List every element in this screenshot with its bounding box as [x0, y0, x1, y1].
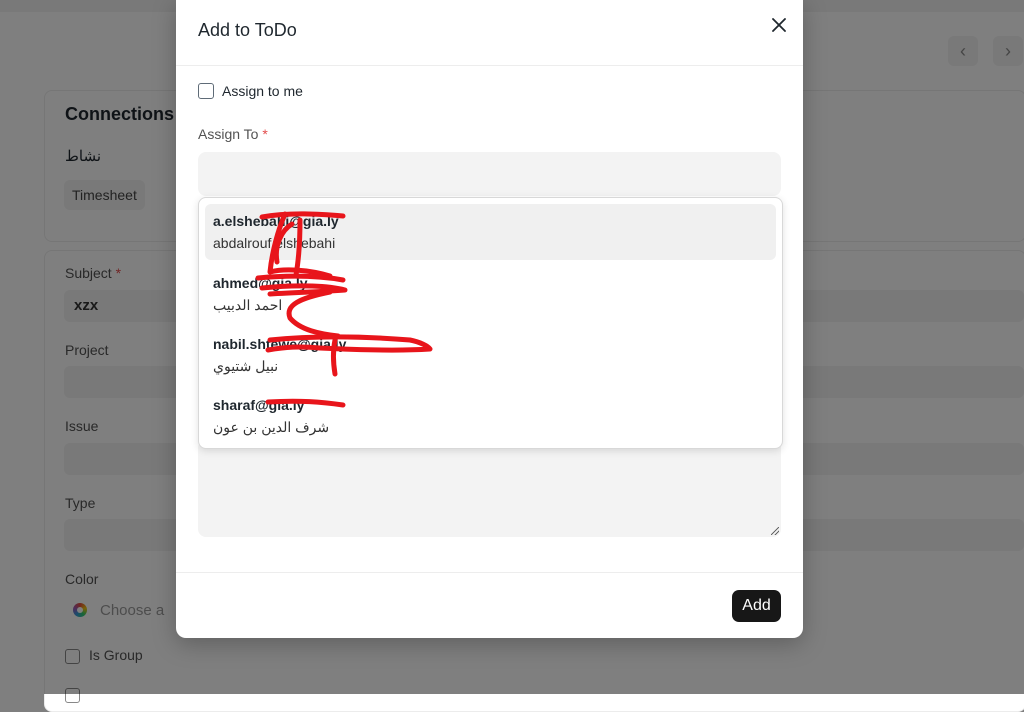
- resize-handle[interactable]: [771, 527, 779, 535]
- option-name: نبيل شتيوي: [213, 358, 279, 374]
- dropdown-option[interactable]: a.elshebahi@gia.ly abdalrouf elshebahi: [205, 204, 776, 260]
- assign-to-me-checkbox[interactable]: [198, 83, 214, 99]
- option-email: sharaf@gia.ly: [213, 397, 305, 413]
- option-email: a.elshebahi@gia.ly: [213, 213, 339, 229]
- dialog-footer: Add: [176, 572, 803, 639]
- assign-to-me-label: Assign to me: [222, 83, 303, 99]
- option-email: ahmed@gia.ly: [213, 275, 308, 291]
- add-button[interactable]: Add: [732, 590, 781, 622]
- assign-to-input[interactable]: [198, 152, 781, 196]
- assign-to-dropdown: a.elshebahi@gia.ly abdalrouf elshebahi a…: [198, 197, 783, 449]
- dropdown-option[interactable]: sharaf@gia.ly شرف الدين بن عون: [205, 388, 776, 444]
- dropdown-option[interactable]: nabil.shtewe@gia.ly نبيل شتيوي: [205, 327, 776, 383]
- required-mark: *: [262, 126, 268, 142]
- dialog-title: Add to ToDo: [198, 20, 297, 40]
- option-name: احمد الدبيب: [213, 297, 283, 313]
- option-name: abdalrouf elshebahi: [213, 235, 336, 251]
- add-to-todo-dialog: Add to ToDo Assign to me Assign To * a.e…: [176, 0, 803, 638]
- assign-to-me-row[interactable]: Assign to me: [198, 83, 303, 99]
- option-name: شرف الدين بن عون: [213, 419, 330, 435]
- comment-textarea[interactable]: [198, 440, 781, 537]
- dropdown-option[interactable]: ahmed@gia.ly احمد الدبيب: [205, 266, 776, 322]
- assign-to-label: Assign To *: [198, 126, 268, 142]
- dialog-header: Add to ToDo: [176, 0, 803, 66]
- option-email: nabil.shtewe@gia.ly: [213, 336, 347, 352]
- close-icon[interactable]: [766, 12, 792, 38]
